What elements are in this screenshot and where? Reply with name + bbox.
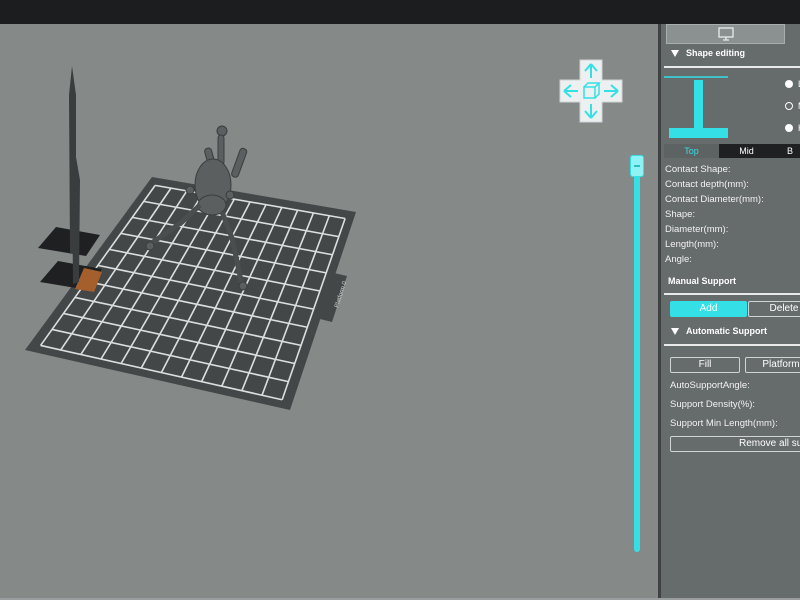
view-mode-button[interactable] bbox=[666, 24, 785, 44]
section-divider bbox=[664, 66, 800, 68]
support-part-tabs: Top Mid B bbox=[664, 144, 800, 158]
layer-slider-handle[interactable] bbox=[630, 155, 644, 177]
manual-support-title: Manual Support bbox=[668, 276, 736, 286]
shape-editing-title: Shape editing bbox=[686, 48, 746, 58]
field-contact-depth: Contact depth(mm): bbox=[665, 179, 749, 190]
fill-button[interactable]: Fill bbox=[670, 357, 740, 373]
field-diameter: Diameter(mm): bbox=[665, 224, 729, 235]
field-contact-shape: Contact Shape: bbox=[665, 164, 731, 175]
radio-option-m[interactable] bbox=[785, 102, 793, 110]
tab-mid[interactable]: Mid bbox=[719, 144, 774, 158]
field-angle: Angle: bbox=[665, 254, 692, 265]
shape-editing-header[interactable]: Shape editing bbox=[671, 48, 745, 58]
field-support-density: Support Density(%): bbox=[670, 399, 756, 410]
delete-support-button[interactable]: Delete bbox=[748, 301, 800, 317]
tab-top[interactable]: Top bbox=[664, 144, 719, 158]
section-divider bbox=[664, 344, 800, 346]
support-panel: Shape editing L M H Top Mid B Contact Sh… bbox=[658, 24, 800, 600]
tab-bottom[interactable]: B bbox=[774, 144, 800, 158]
layer-slider-track[interactable] bbox=[634, 157, 640, 552]
field-shape: Shape: bbox=[665, 209, 696, 220]
top-toolbar bbox=[0, 0, 800, 26]
field-auto-support-angle: AutoSupportAngle: bbox=[670, 380, 750, 391]
field-contact-diameter: Contact Diameter(mm): bbox=[665, 194, 764, 205]
support-pad bbox=[38, 227, 100, 256]
radio-option-l[interactable] bbox=[785, 80, 793, 88]
add-support-button[interactable]: Add bbox=[670, 301, 747, 317]
support-shape-preview bbox=[664, 76, 728, 138]
field-support-min-length: Support Min Length(mm): bbox=[670, 418, 778, 429]
view-navigation-pad[interactable] bbox=[558, 58, 624, 124]
field-length: Length(mm): bbox=[665, 239, 719, 250]
automatic-support-header[interactable]: Automatic Support bbox=[671, 326, 767, 336]
monitor-icon bbox=[718, 27, 734, 41]
collapse-triangle-icon bbox=[671, 50, 679, 58]
support-column[interactable] bbox=[72, 157, 80, 284]
platform-button[interactable]: Platform bbox=[745, 357, 800, 373]
remove-all-supports-button[interactable]: Remove all sup bbox=[670, 436, 800, 452]
automatic-support-title: Automatic Support bbox=[686, 326, 767, 336]
section-divider bbox=[664, 293, 800, 295]
radio-option-h[interactable] bbox=[785, 124, 793, 132]
collapse-triangle-icon bbox=[671, 328, 679, 336]
